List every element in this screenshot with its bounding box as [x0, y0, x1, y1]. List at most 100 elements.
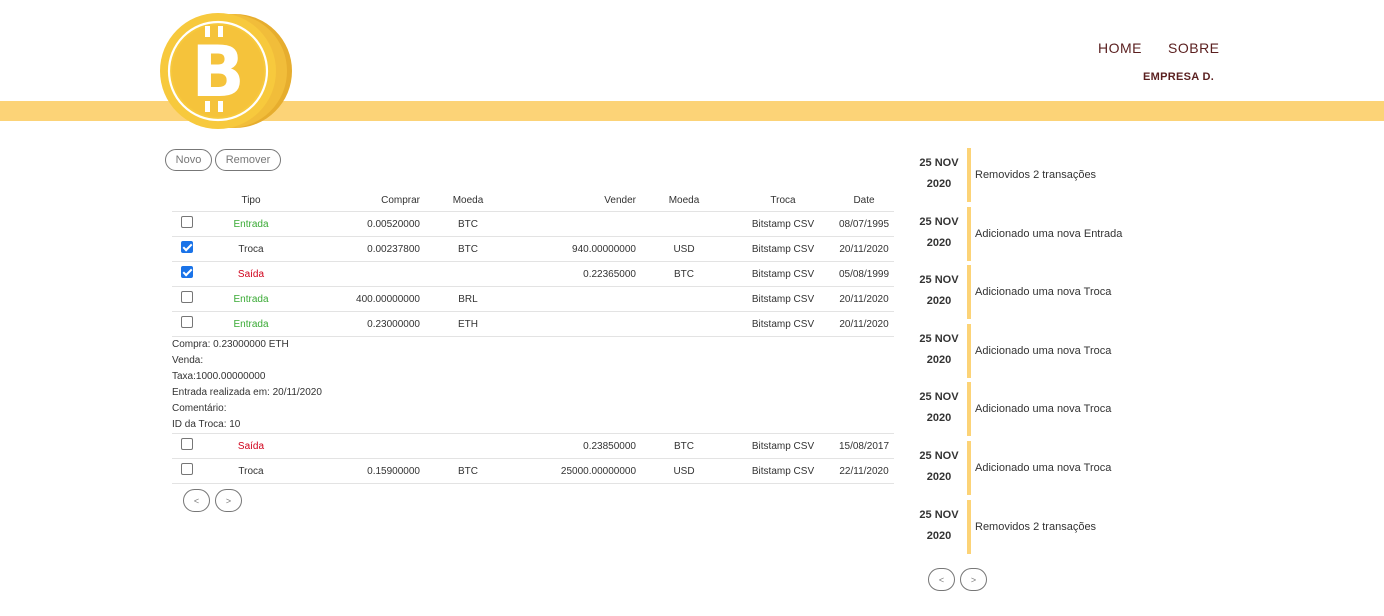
timeline-text: Adicionado uma nova Troca — [975, 286, 1112, 298]
header-moeda-venda: Moeda — [668, 194, 700, 206]
row-checkbox-cell — [172, 286, 202, 312]
timeline-date: 25 NOV 2020 — [919, 157, 959, 190]
detail-taxa: Taxa:1000.00000000 — [172, 371, 266, 382]
company-name: EMPRESA D. — [1143, 71, 1215, 83]
table-row[interactable]: Troca 0.00237800 BTC 940.00000000 USD Bi… — [172, 236, 894, 262]
row-date: 15/08/2017 — [834, 433, 894, 459]
row-checkbox[interactable] — [181, 241, 193, 253]
row-tipo: Troca — [202, 236, 300, 262]
timeline-date: 25 NOV 2020 — [919, 450, 959, 483]
row-comprar — [300, 433, 420, 459]
row-tipo: Entrada — [202, 286, 300, 312]
timeline-text: Adicionado uma nova Entrada — [975, 228, 1123, 240]
timeline-date: 25 NOV 2020 — [919, 333, 959, 366]
row-troca: Bitstamp CSV — [732, 211, 834, 237]
header-comprar: Comprar — [381, 194, 420, 206]
row-date: 22/11/2020 — [834, 458, 894, 484]
header-tipo: Tipo — [241, 194, 261, 206]
row-moeda-venda: BTC — [636, 433, 732, 459]
row-date: 08/07/1995 — [834, 211, 894, 237]
timeline-text: Adicionado uma nova Troca — [975, 403, 1112, 415]
row-date: 05/08/1999 — [834, 261, 894, 287]
header-troca: Troca — [770, 194, 796, 206]
row-checkbox[interactable] — [181, 438, 193, 450]
nav-home-link[interactable]: HOME — [1098, 40, 1142, 56]
timeline-item: 25 NOV 2020 Removidos 2 transações — [913, 148, 1096, 204]
row-vender — [516, 211, 636, 237]
row-moeda-compra — [420, 261, 516, 287]
table-row[interactable]: Troca 0.15900000 BTC 25000.00000000 USD … — [172, 458, 894, 484]
row-tipo: Troca — [202, 458, 300, 484]
row-checkbox[interactable] — [181, 266, 193, 278]
row-moeda-venda — [636, 286, 732, 312]
row-comprar — [300, 261, 420, 287]
novo-button[interactable]: Novo — [165, 149, 212, 171]
row-checkbox-cell — [172, 261, 202, 287]
timeline-item: 25 NOV 2020 Removidos 2 transações — [913, 500, 1096, 556]
table-row[interactable]: Saída 0.23850000 BTC Bitstamp CSV 15/08/… — [172, 433, 894, 459]
timeline-prev-page-button[interactable]: < — [928, 568, 955, 591]
table-row[interactable]: Entrada 0.23000000 ETH Bitstamp CSV 20/1… — [172, 311, 894, 337]
row-troca: Bitstamp CSV — [732, 311, 834, 337]
row-checkbox-cell — [172, 433, 202, 459]
transactions-table: Tipo Comprar Moeda Vender Moeda Troca Da… — [172, 189, 894, 484]
row-vender: 0.23850000 — [516, 433, 636, 459]
row-vender — [516, 311, 636, 337]
header-moeda-compra: Moeda — [452, 194, 484, 206]
detail-compra: Compra: 0.23000000 ETH — [172, 339, 289, 350]
row-date: 20/11/2020 — [834, 286, 894, 312]
timeline-text: Removidos 2 transações — [975, 521, 1097, 533]
row-checkbox-cell — [172, 458, 202, 484]
row-checkbox[interactable] — [181, 216, 193, 228]
row-details-cell: Compra: 0.23000000 ETH Venda: Taxa:1000.… — [172, 336, 894, 434]
row-moeda-compra: ETH — [420, 311, 516, 337]
row-comprar: 0.23000000 — [300, 311, 420, 337]
row-checkbox[interactable] — [181, 291, 193, 303]
timeline-bar — [967, 207, 971, 261]
timeline-text: Removidos 2 transações — [975, 169, 1097, 181]
table-row[interactable]: Entrada 400.00000000 BRL Bitstamp CSV 20… — [172, 286, 894, 312]
header-date: Date — [853, 194, 875, 206]
row-checkbox[interactable] — [181, 316, 193, 328]
timeline-item: 25 NOV 2020 Adicionado uma nova Troca — [913, 324, 1111, 380]
detail-id-troca: ID da Troca: 10 — [172, 419, 241, 430]
row-details: Compra: 0.23000000 ETH Venda: Taxa:1000.… — [172, 336, 894, 434]
timeline-next-page-button[interactable]: > — [960, 568, 987, 591]
timeline-item: 25 NOV 2020 Adicionado uma nova Entrada — [913, 207, 1122, 263]
row-troca: Bitstamp CSV — [732, 236, 834, 262]
timeline-date: 25 NOV 2020 — [919, 216, 959, 249]
row-checkbox-cell — [172, 236, 202, 262]
detail-comentario: Comentário: — [172, 403, 227, 414]
row-moeda-compra: BTC — [420, 236, 516, 262]
header-vender: Vender — [604, 194, 636, 206]
row-moeda-venda — [636, 211, 732, 237]
row-comprar: 0.00520000 — [300, 211, 420, 237]
row-tipo: Entrada — [202, 211, 300, 237]
table-row[interactable]: Saída 0.22365000 BTC Bitstamp CSV 05/08/… — [172, 261, 894, 287]
row-moeda-compra — [420, 433, 516, 459]
table-prev-page-button[interactable]: < — [183, 489, 210, 512]
logo-symbol: B — [191, 31, 244, 113]
row-comprar: 0.15900000 — [300, 458, 420, 484]
table-next-page-button[interactable]: > — [215, 489, 242, 512]
row-checkbox-cell — [172, 211, 202, 237]
nav-sobre-link[interactable]: SOBRE — [1168, 40, 1220, 56]
timeline-date: 25 NOV 2020 — [919, 391, 959, 424]
table-row[interactable]: Entrada 0.00520000 BTC Bitstamp CSV 08/0… — [172, 211, 894, 237]
timeline-item: 25 NOV 2020 Adicionado uma nova Troca — [913, 265, 1111, 321]
timeline-bar — [967, 148, 971, 202]
timeline-item: 25 NOV 2020 Adicionado uma nova Troca — [913, 382, 1111, 438]
row-vender: 940.00000000 — [516, 236, 636, 262]
timeline-date: 25 NOV 2020 — [919, 274, 959, 307]
row-tipo: Entrada — [202, 311, 300, 337]
row-troca: Bitstamp CSV — [732, 458, 834, 484]
timeline-bar — [967, 324, 971, 378]
remover-button[interactable]: Remover — [215, 149, 281, 171]
row-moeda-compra: BRL — [420, 286, 516, 312]
timeline-bar — [967, 265, 971, 319]
row-moeda-venda: BTC — [636, 261, 732, 287]
row-checkbox[interactable] — [181, 463, 193, 475]
row-troca: Bitstamp CSV — [732, 261, 834, 287]
detail-venda: Venda: — [172, 355, 204, 366]
row-date: 20/11/2020 — [834, 311, 894, 337]
